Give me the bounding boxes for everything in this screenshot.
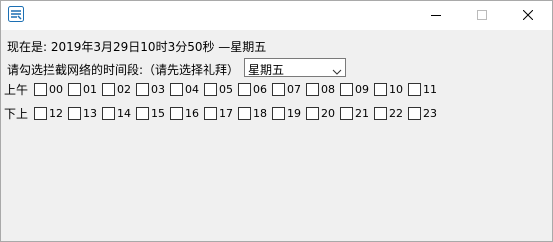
- checkbox-box: [408, 107, 421, 120]
- checkbox-box: [408, 83, 421, 96]
- checkbox-box: [374, 107, 387, 120]
- hour-checkbox-03[interactable]: 03: [136, 83, 168, 97]
- hour-checkbox-01[interactable]: 01: [68, 83, 100, 97]
- hour-label: 05: [219, 83, 233, 96]
- maximize-icon: [477, 9, 487, 23]
- chevron-down-icon: [332, 64, 342, 78]
- hour-checkbox-05[interactable]: 05: [204, 83, 236, 97]
- checkbox-box: [68, 107, 81, 120]
- hour-label: 03: [151, 83, 165, 96]
- weekday-select[interactable]: 星期五: [244, 58, 346, 77]
- hour-checkbox-02[interactable]: 02: [102, 83, 134, 97]
- hour-label: 14: [117, 107, 131, 120]
- hour-label: 18: [253, 107, 267, 120]
- hour-label: 12: [49, 107, 63, 120]
- checkbox-box: [34, 107, 47, 120]
- hour-label: 02: [117, 83, 131, 96]
- checkbox-box: [136, 83, 149, 96]
- checkbox-box: [272, 107, 285, 120]
- title-bar: [1, 1, 552, 30]
- checkbox-box: [306, 107, 319, 120]
- hour-label: 00: [49, 83, 63, 96]
- hour-checkbox-12[interactable]: 12: [34, 107, 66, 121]
- morning-row: 上午 00 01 02 03 04 05 06 07 08 09 10 11: [1, 80, 552, 100]
- checkbox-box: [136, 107, 149, 120]
- hour-checkbox-15[interactable]: 15: [136, 107, 168, 121]
- hour-label: 20: [321, 107, 335, 120]
- hour-label: 19: [287, 107, 301, 120]
- checkbox-box: [34, 83, 47, 96]
- checkbox-box: [170, 107, 183, 120]
- checkbox-box: [102, 83, 115, 96]
- hour-checkbox-06[interactable]: 06: [238, 83, 270, 97]
- checkbox-box: [170, 83, 183, 96]
- hour-label: 23: [423, 107, 437, 120]
- hour-checkbox-18[interactable]: 18: [238, 107, 270, 121]
- checkbox-box: [340, 107, 353, 120]
- hour-label: 10: [389, 83, 403, 96]
- hour-checkbox-04[interactable]: 04: [170, 83, 202, 97]
- hour-checkbox-07[interactable]: 07: [272, 83, 304, 97]
- current-time-label: 现在是: 2019年3月29日10时3分50秒 —星期五: [7, 40, 267, 54]
- hour-checkbox-11[interactable]: 11: [408, 83, 440, 97]
- hour-checkbox-20[interactable]: 20: [306, 107, 338, 121]
- hour-label: 13: [83, 107, 97, 120]
- hour-label: 21: [355, 107, 369, 120]
- hour-label: 15: [151, 107, 165, 120]
- hour-checkbox-10[interactable]: 10: [374, 83, 406, 97]
- checkbox-box: [238, 107, 251, 120]
- afternoon-row: 下上 12 13 14 15 16 17 18 19 20 21 22 23: [1, 104, 552, 124]
- time-range-prompt: 请勾选拦截网络的时间段:（请先选择礼拜）: [7, 63, 240, 77]
- close-button[interactable]: [505, 1, 551, 30]
- weekday-select-value: 星期五: [248, 63, 285, 77]
- afternoon-label: 下上: [4, 107, 29, 121]
- hour-label: 11: [423, 83, 437, 96]
- minimize-icon: [431, 9, 441, 23]
- hour-checkbox-08[interactable]: 08: [306, 83, 338, 97]
- checkbox-box: [374, 83, 387, 96]
- close-icon: [522, 9, 534, 23]
- hour-checkbox-23[interactable]: 23: [408, 107, 440, 121]
- hour-label: 09: [355, 83, 369, 96]
- hour-label: 01: [83, 83, 97, 96]
- minimize-button[interactable]: [413, 1, 459, 30]
- hour-label: 17: [219, 107, 233, 120]
- hour-checkbox-22[interactable]: 22: [374, 107, 406, 121]
- checkbox-box: [238, 83, 251, 96]
- maximize-button[interactable]: [459, 1, 505, 30]
- hour-label: 08: [321, 83, 335, 96]
- app-window: 现在是: 2019年3月29日10时3分50秒 —星期五 请勾选拦截网络的时间段…: [0, 0, 553, 242]
- hour-checkbox-00[interactable]: 00: [34, 83, 66, 97]
- hour-checkbox-14[interactable]: 14: [102, 107, 134, 121]
- hour-checkbox-21[interactable]: 21: [340, 107, 372, 121]
- hour-label: 06: [253, 83, 267, 96]
- hour-label: 04: [185, 83, 199, 96]
- checkbox-box: [340, 83, 353, 96]
- checkbox-box: [272, 83, 285, 96]
- checkbox-box: [204, 107, 217, 120]
- checkbox-box: [68, 83, 81, 96]
- checkbox-box: [204, 83, 217, 96]
- hour-checkbox-09[interactable]: 09: [340, 83, 372, 97]
- checkbox-box: [306, 83, 319, 96]
- hour-checkbox-13[interactable]: 13: [68, 107, 100, 121]
- hour-label: 22: [389, 107, 403, 120]
- hour-checkbox-16[interactable]: 16: [170, 107, 202, 121]
- hour-label: 07: [287, 83, 301, 96]
- morning-label: 上午: [4, 83, 29, 97]
- hour-checkbox-19[interactable]: 19: [272, 107, 304, 121]
- checkbox-box: [102, 107, 115, 120]
- hour-label: 16: [185, 107, 199, 120]
- app-icon: [8, 6, 24, 22]
- hour-checkbox-17[interactable]: 17: [204, 107, 236, 121]
